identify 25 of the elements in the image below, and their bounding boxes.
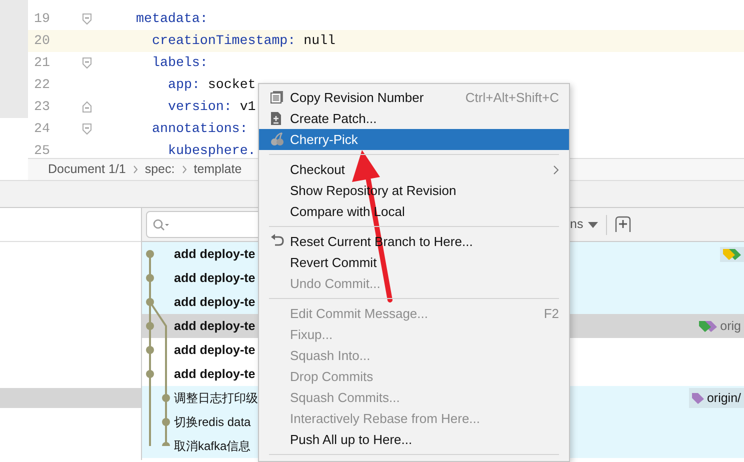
code-line: metadata: [136, 10, 208, 28]
line-number: 22 [34, 77, 50, 92]
line-number: 21 [34, 55, 50, 70]
line-number: 25 [34, 143, 50, 158]
code-line: labels: [152, 54, 208, 72]
code-line: version: v1 [168, 98, 256, 116]
code-line: creationTimestamp: null [152, 32, 336, 50]
ref-name: origin/ [706, 390, 741, 407]
commit-message: 调整日志打印级 [174, 390, 258, 407]
commit-message: add deploy-te [174, 294, 256, 311]
ref-name: orig [720, 318, 741, 335]
commit-message: add deploy-te [174, 318, 256, 335]
commit-message: 切换redis data [174, 414, 251, 431]
line-number: 19 [34, 11, 50, 26]
code-line: annotations: [152, 120, 248, 138]
line-number: 23 [34, 99, 50, 114]
commit-message: add deploy-te [174, 246, 256, 263]
shortcut-text: Ctrl+Alt+Shift+C [465, 88, 559, 107]
code-line: app: socket [168, 76, 256, 94]
commit-message: add deploy-te [174, 270, 256, 287]
shortcut-text: F2 [544, 304, 559, 323]
line-number: 20 [34, 33, 50, 48]
line-number: 24 [34, 121, 50, 136]
code-line: kubesphere. [168, 142, 256, 158]
commit-message: 取消kafka信息 [174, 438, 251, 455]
